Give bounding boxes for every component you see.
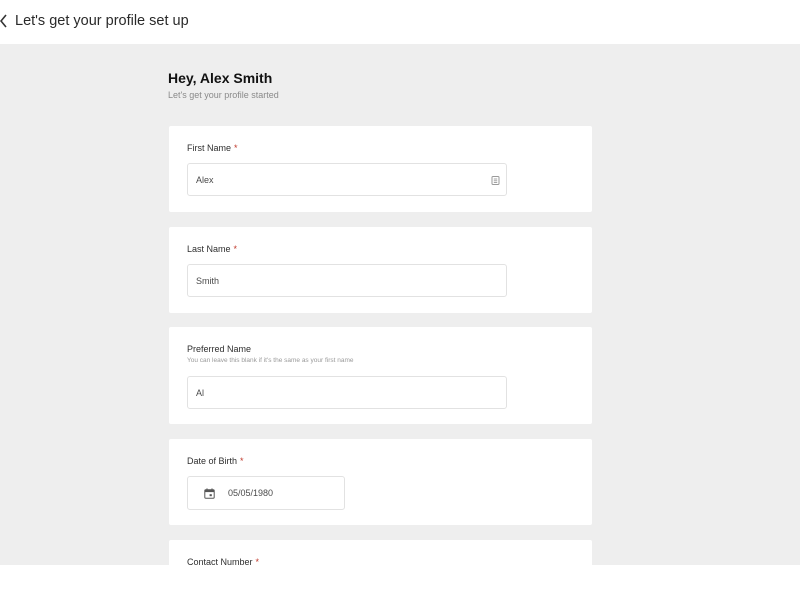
preferred-name-card: Preferred Name You can leave this blank … xyxy=(169,327,592,424)
bottom-area xyxy=(0,565,800,600)
required-marker: * xyxy=(233,244,238,254)
preferred-name-help: You can leave this blank if it's the sam… xyxy=(187,357,354,364)
date-of-birth-label: Date of Birth * xyxy=(187,456,244,466)
top-bar: Let's get your profile set up xyxy=(0,0,800,44)
first-name-input[interactable] xyxy=(187,163,507,196)
date-of-birth-value: 05/05/1980 xyxy=(228,488,274,498)
last-name-input[interactable] xyxy=(187,264,507,297)
first-name-label: First Name * xyxy=(187,143,238,153)
greeting-title: Hey, Alex Smith xyxy=(168,70,273,86)
last-name-label-text: Last Name xyxy=(187,244,231,254)
profile-setup-window: Let's get your profile set up Hey, Alex … xyxy=(0,0,800,600)
required-marker: * xyxy=(234,143,238,153)
required-marker: * xyxy=(255,557,260,565)
required-marker: * xyxy=(240,456,244,466)
greeting-subtitle: Let's get your profile started xyxy=(168,90,279,100)
date-of-birth-card: Date of Birth * 05/05/1980 xyxy=(169,439,592,525)
contact-number-label-text: Contact Number xyxy=(187,557,253,565)
preferred-name-label: Preferred Name xyxy=(187,344,252,354)
calendar-icon[interactable] xyxy=(204,488,215,499)
preferred-name-input[interactable] xyxy=(187,376,507,409)
contact-number-label: Contact Number * xyxy=(187,557,259,565)
last-name-card: Last Name * xyxy=(169,227,592,313)
date-of-birth-input[interactable]: 05/05/1980 xyxy=(187,476,345,510)
date-of-birth-label-text: Date of Birth xyxy=(187,456,238,466)
last-name-label: Last Name * xyxy=(187,244,237,254)
page-title: Let's get your profile set up xyxy=(15,13,189,29)
first-name-label-text: First Name xyxy=(187,143,232,153)
contact-number-card: Contact Number * xyxy=(169,540,592,565)
chevron-left-icon[interactable] xyxy=(0,13,8,29)
contact-card-icon[interactable] xyxy=(491,176,500,185)
form-scroll-area[interactable]: Hey, Alex Smith Let's get your profile s… xyxy=(0,44,800,565)
first-name-card: First Name * xyxy=(169,126,592,212)
